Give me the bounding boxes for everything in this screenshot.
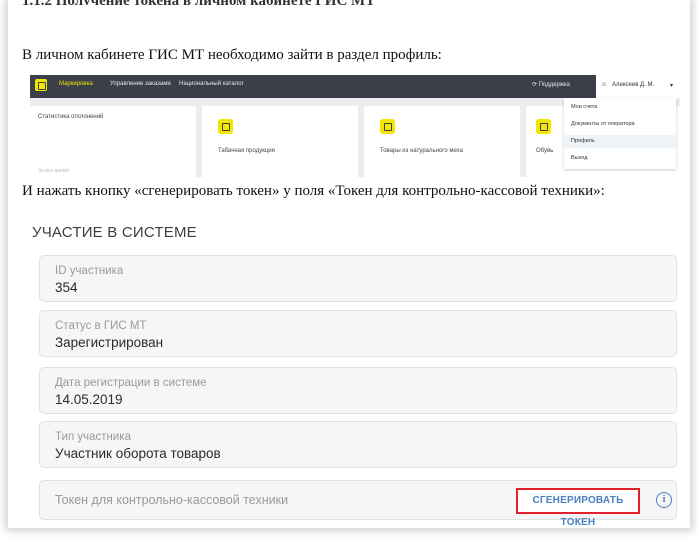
tobacco-icon [218, 119, 233, 134]
user-menu-button[interactable]: ☺ Алексеев Д. М. ▾ [596, 75, 680, 98]
nav-item-catalog[interactable]: Национальный каталог [179, 81, 244, 87]
card-title: Табачная продукция [218, 148, 275, 154]
field-value: Зарегистрирован [55, 335, 164, 350]
field-participant-type: Тип участника Участник оборота товаров [39, 421, 677, 468]
field-participant-id: ID участника 354 [39, 255, 677, 302]
menu-item-accounts[interactable]: Мои счета [571, 104, 597, 110]
user-dropdown-menu: Мои счета Документы от оператора Профиль… [564, 98, 676, 169]
card-fur[interactable]: Товары из натурального меха [364, 106, 520, 177]
user-name: Алексеев Д. М. [612, 82, 655, 88]
info-icon[interactable]: i [656, 492, 672, 508]
field-registration-date: Дата регистрации в системе 14.05.2019 [39, 367, 677, 414]
field-status: Статус в ГИС МТ Зарегистрирован [39, 310, 677, 357]
section-title: УЧАСТИЕ В СИСТЕМЕ [32, 224, 197, 241]
field-label: Дата регистрации в системе [55, 377, 207, 389]
instruction-paragraph: И нажать кнопку «сгенерировать токен» у … [22, 183, 605, 199]
field-token-kkt: Токен для контрольно-кассовой техники СГ… [39, 480, 677, 528]
chevron-down-icon: ▾ [670, 83, 674, 89]
app-nav-bar: Маркировка Управление заказами Националь… [30, 75, 680, 98]
card-title: Статистика отклонений [38, 114, 104, 120]
support-link[interactable]: ⟳ Поддержка [532, 81, 570, 88]
intro-paragraph: В личном кабинете ГИС МТ необходимо зайт… [22, 47, 442, 63]
nav-item-marking[interactable]: Маркировка [59, 81, 93, 87]
field-value: Участник оборота товаров [55, 446, 221, 461]
menu-item-documents[interactable]: Документы от оператора [571, 121, 635, 127]
card-title: Товары из натурального меха [380, 148, 463, 154]
user-icon: ☺ [601, 82, 608, 88]
shoes-icon [536, 119, 551, 134]
field-value: 354 [55, 280, 78, 295]
card-faded-text: За все время [38, 168, 69, 174]
card-statistics[interactable]: Статистика отклонений За все время [30, 106, 196, 177]
fur-icon [380, 119, 395, 134]
field-label: Тип участника [55, 431, 131, 443]
headset-icon: ⟳ [532, 82, 538, 88]
card-tobacco[interactable]: Табачная продукция [202, 106, 358, 177]
field-label: Статус в ГИС МТ [55, 320, 147, 332]
card-title: Обувь [536, 148, 554, 154]
form-screenshot: УЧАСТИЕ В СИСТЕМЕ ID участника 354 Стату… [22, 208, 688, 528]
field-label: Токен для контрольно-кассовой техники [55, 493, 289, 507]
app-screenshot: Маркировка Управление заказами Националь… [30, 75, 680, 177]
support-label: Поддержка [538, 82, 571, 88]
nav-item-orders[interactable]: Управление заказами [110, 81, 171, 87]
menu-item-logout[interactable]: Выход [571, 155, 587, 161]
clipped-section-heading: 1.1.2 Получение токена в личном кабинете… [22, 0, 462, 5]
menu-item-profile[interactable]: Профиль [564, 135, 676, 148]
field-label: ID участника [55, 265, 124, 277]
generate-token-button[interactable]: СГЕНЕРИРОВАТЬ ТОКЕН [516, 488, 640, 528]
logo-icon [35, 79, 47, 91]
field-value: 14.05.2019 [55, 392, 123, 407]
